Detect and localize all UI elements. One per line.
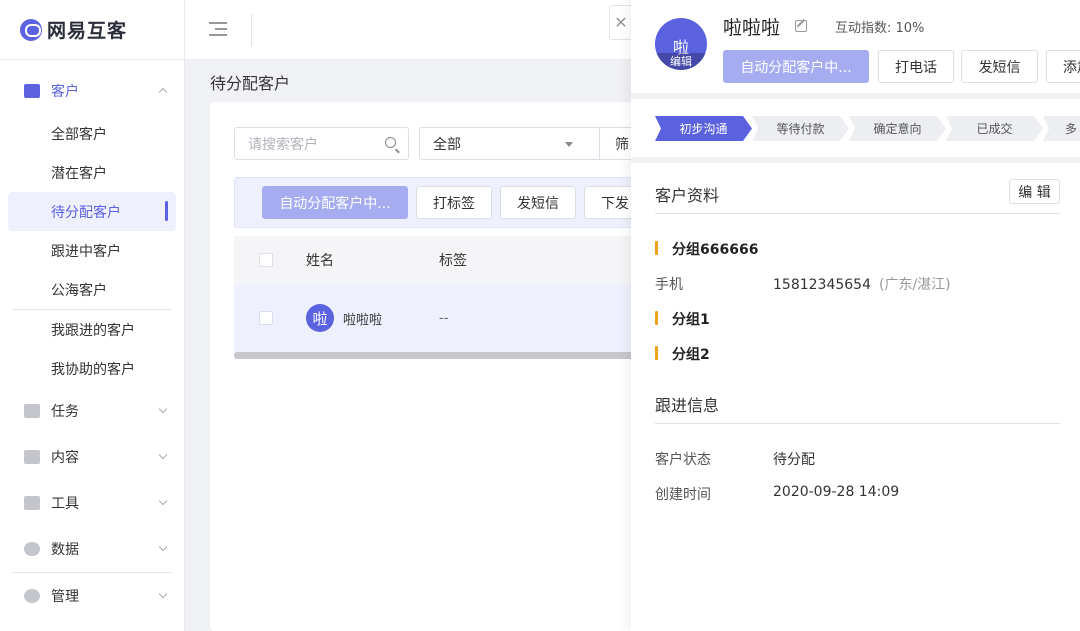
section-title-profile: 客户资料: [655, 186, 720, 205]
document-icon: [24, 450, 40, 464]
sidebar-item-following-customers[interactable]: 跟进中客户: [0, 231, 184, 270]
customer-list-card: 请搜索客户 全部 筛 自动分配客户中... 打标签 发短信 下发 姓名 标签 啦…: [210, 102, 664, 631]
group-label: 分组1: [655, 309, 710, 329]
chevron-down-icon: [158, 589, 168, 599]
menu: 客户 全部客户 潜在客户 待分配客户 跟进中客户 公海客户 我跟进的客户 我协助…: [0, 60, 184, 619]
batch-action-bar: 自动分配客户中... 打标签 发短信 下发: [234, 177, 664, 228]
customer-name[interactable]: 啦啦啦: [343, 309, 382, 328]
horizontal-scrollbar[interactable]: [234, 352, 664, 359]
add-button[interactable]: 添加: [1046, 50, 1080, 83]
chevron-down-icon: [158, 496, 168, 506]
page-title: 待分配客户: [210, 74, 291, 93]
stage-step-initial[interactable]: 初步沟通: [655, 116, 752, 141]
avatar: 啦: [306, 304, 334, 332]
sidebar: 网易互客 客户 全部客户 潜在客户 待分配客户 跟进中客户 公海客户 我跟进的客…: [0, 0, 185, 631]
menu-group-label: 任务: [51, 404, 79, 420]
select-value: 全部: [433, 136, 461, 153]
task-icon: [24, 404, 40, 418]
sidebar-item-my-following[interactable]: 我跟进的客户: [0, 310, 184, 349]
phone-number: 15812345654: [773, 277, 871, 293]
field-value-phone: 15812345654 (广东/湛江): [773, 274, 951, 294]
divider: [251, 14, 252, 46]
chevron-up-icon: [158, 87, 168, 97]
edit-profile-button[interactable]: 编 辑: [1009, 179, 1060, 204]
pie-chart-icon: [24, 542, 40, 556]
customer-tag: --: [439, 310, 449, 326]
stage-step-more[interactable]: 多: [1043, 116, 1080, 141]
sidebar-item-all-customers[interactable]: 全部客户: [0, 114, 184, 153]
select-all-checkbox[interactable]: [259, 253, 273, 267]
logo[interactable]: 网易互客: [0, 0, 184, 60]
field-value-status: 待分配: [773, 452, 815, 468]
column-header-tag[interactable]: 标签: [439, 250, 467, 270]
menu-group-content[interactable]: 内容: [0, 434, 184, 480]
sms-button[interactable]: 发短信: [961, 50, 1038, 83]
customer-detail-drawer: 啦 编辑 啦啦啦 互动指数: 10% 自动分配客户中... 打电话 发短信 添加…: [631, 0, 1080, 631]
sidebar-item-pending-customers[interactable]: 待分配客户: [8, 192, 176, 231]
group-label: 分组2: [655, 344, 710, 364]
divider: [631, 157, 1080, 163]
column-header-name[interactable]: 姓名: [306, 250, 334, 270]
avatar[interactable]: 啦 编辑: [655, 18, 707, 70]
sidebar-item-public-customers[interactable]: 公海客户: [0, 270, 184, 309]
row-checkbox[interactable]: [259, 311, 273, 325]
stage-step-awaiting-payment[interactable]: 等待付款: [752, 116, 849, 141]
auto-assign-button[interactable]: 自动分配客户中...: [723, 50, 869, 83]
table-row[interactable]: 啦 啦啦啦 --: [234, 284, 664, 352]
auto-assign-button[interactable]: 自动分配客户中...: [262, 186, 408, 219]
sidebar-item-potential-customers[interactable]: 潜在客户: [0, 153, 184, 192]
search-icon[interactable]: [385, 137, 396, 148]
scope-select[interactable]: 全部: [419, 127, 600, 160]
filter-label: 筛: [615, 136, 629, 153]
close-icon[interactable]: ✕: [609, 5, 633, 40]
search-placeholder: 请搜索客户: [248, 136, 318, 153]
logo-icon: [20, 18, 42, 41]
menu-group-label: 数据: [51, 542, 79, 558]
menu-group-task[interactable]: 任务: [0, 388, 184, 434]
field-label-phone: 手机: [655, 277, 683, 293]
chevron-down-icon: [158, 404, 168, 414]
divider: [631, 93, 1080, 99]
menu-group-label: 工具: [51, 496, 79, 512]
menu-group-customer[interactable]: 客户: [0, 68, 184, 114]
chevron-down-icon: [158, 542, 168, 552]
search-input[interactable]: 请搜索客户: [234, 127, 409, 160]
tag-button[interactable]: 打标签: [416, 186, 492, 219]
grid-icon: [24, 496, 40, 510]
field-label-status: 客户状态: [655, 452, 711, 468]
contact-card-icon: [24, 84, 40, 98]
stage-steps: 初步沟通 等待付款 确定意向 已成交 多: [655, 116, 1080, 141]
chevron-down-icon: [158, 450, 168, 460]
phone-location: (广东/湛江): [878, 277, 951, 293]
stage-step-deal-closed[interactable]: 已成交: [946, 116, 1043, 141]
menu-group-data[interactable]: 数据: [0, 526, 184, 572]
interaction-index: 互动指数: 10%: [835, 21, 925, 36]
gear-icon: [24, 589, 40, 603]
edit-icon[interactable]: [795, 20, 807, 32]
field-value-created: 2020-09-28 14:09: [773, 484, 900, 500]
group-label: 分组666666: [655, 239, 758, 259]
section-title-followup: 跟进信息: [655, 396, 720, 415]
call-button[interactable]: 打电话: [878, 50, 954, 83]
menu-group-label: 客户: [51, 84, 79, 100]
logo-text: 网易互客: [47, 20, 128, 42]
field-label-created: 创建时间: [655, 487, 711, 503]
table-header: 姓名 标签: [234, 236, 664, 284]
caret-down-icon: [565, 142, 573, 147]
customer-name: 啦啦啦: [723, 17, 781, 39]
menu-collapse-icon[interactable]: [209, 22, 227, 36]
sms-button[interactable]: 发短信: [500, 186, 576, 219]
menu-group-manage[interactable]: 管理: [0, 573, 184, 619]
divider: [655, 423, 1060, 424]
avatar-edit-label[interactable]: 编辑: [655, 53, 707, 70]
menu-group-label: 内容: [51, 450, 79, 466]
divider: [655, 213, 1060, 214]
stage-step-intent-confirmed[interactable]: 确定意向: [849, 116, 946, 141]
menu-group-tools[interactable]: 工具: [0, 480, 184, 526]
sidebar-item-my-assisting[interactable]: 我协助的客户: [0, 349, 184, 388]
menu-group-label: 管理: [51, 589, 79, 605]
